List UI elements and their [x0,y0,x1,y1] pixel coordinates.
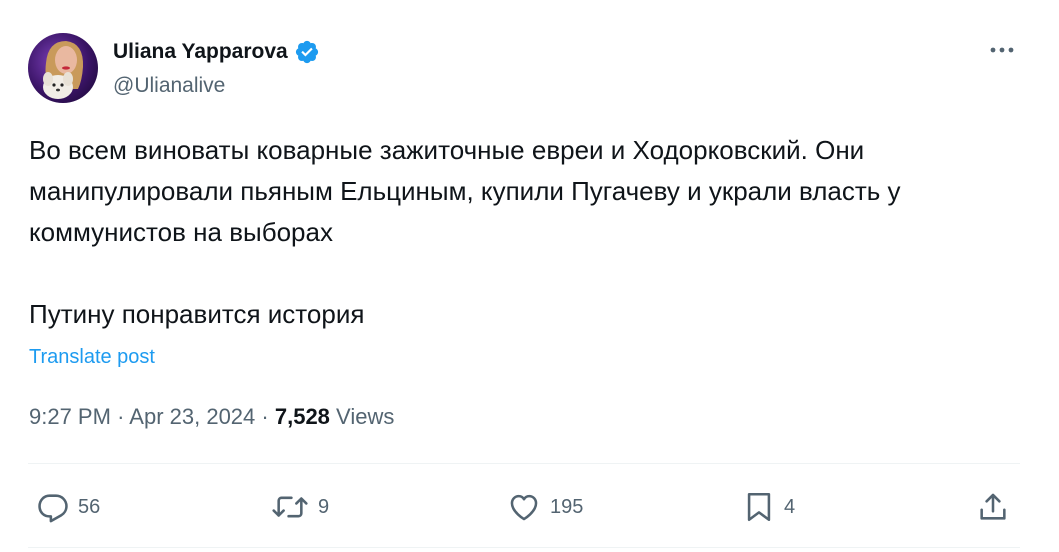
repost-button[interactable]: 9 [270,488,329,526]
verified-badge-icon[interactable] [294,39,320,65]
avatar-image [43,41,84,99]
bookmark-count: 4 [784,495,796,518]
post-time[interactable]: 9:27 PM [29,404,111,429]
tweet-card: Uliana Yapparova @Ulianalive Во всем вин… [0,0,1059,552]
divider [28,547,1020,548]
heart-icon [510,494,538,521]
reply-count: 56 [78,495,101,518]
repost-count: 9 [318,495,330,518]
like-count: 195 [550,495,584,518]
more-horizontal-icon[interactable] [985,36,1019,64]
bookmark-icon [747,492,771,522]
views-count: 7,528 [274,404,330,429]
tweet-text: Во всем виноваты коварные зажиточные евр… [29,135,901,329]
author-display-name[interactable]: Uliana Yapparova [113,40,288,64]
bookmark-button[interactable]: 4 [742,488,795,526]
author-handle[interactable]: @Ulianalive [113,74,225,98]
like-button[interactable]: 195 [506,488,583,526]
reply-button[interactable]: 56 [36,488,100,526]
avatar[interactable] [28,33,98,103]
meta-separator: · [261,404,269,429]
tweet-metadata: 9:27 PM · Apr 23, 2024 · 7,528 Views [29,404,394,430]
reply-icon [38,494,68,523]
repost-icon [272,496,308,518]
author-name-row: Uliana Yapparova [113,38,320,66]
share-button[interactable] [976,488,1010,526]
divider [28,463,1020,464]
translate-post-link[interactable]: Translate post [29,346,155,369]
share-icon [980,493,1006,520]
post-date[interactable]: Apr 23, 2024 [129,404,255,429]
views-label: Views [336,404,395,429]
meta-separator: · [117,404,125,429]
